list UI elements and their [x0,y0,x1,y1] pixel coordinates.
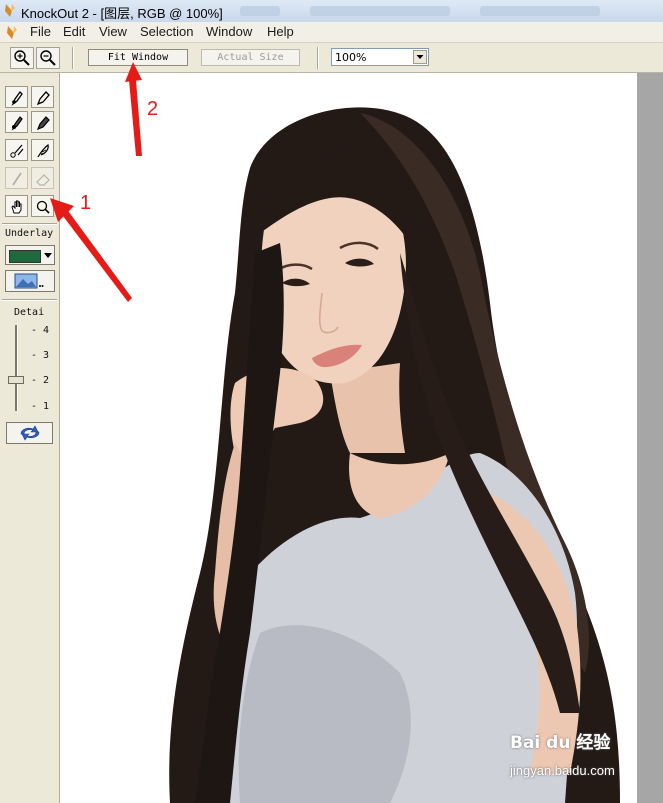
image-canvas[interactable] [60,73,663,803]
zoom-level-select[interactable]: 100% [331,48,429,66]
zoom-level-value: 100% [335,51,367,64]
knockout-app-icon [5,4,15,17]
feather-icon [37,143,49,158]
annotation-label-1: 1 [80,192,92,214]
menu-help[interactable]: Help [267,24,294,39]
brush-minus-icon [36,91,50,106]
toolbar-separator [72,47,74,69]
outside-object-fill-tool[interactable] [31,111,54,133]
brush-plus-icon [11,90,23,106]
menu-file[interactable]: File [30,24,51,39]
watermark-url: jingyan.baidu.com [510,763,615,778]
chevron-down-icon[interactable] [413,50,427,64]
actual-size-button[interactable]: Actual Size [201,49,300,66]
detail-tick-1: - 1 [31,401,50,412]
hand-tool[interactable] [5,195,28,217]
menu-window[interactable]: Window [206,24,252,39]
detail-tick-4: - 4 [31,325,50,336]
eraser-tool[interactable] [31,167,54,189]
document-icon[interactable] [4,24,20,40]
canvas-scroll-gutter [637,73,663,803]
detail-slider-track[interactable] [15,325,18,411]
eraser-icon [36,174,50,186]
detail-tick-3: - 3 [31,350,50,361]
detail-tick-2: - 2 [31,375,50,386]
toolbar-separator [317,47,319,69]
thin-brush-icon [12,172,22,186]
zoom-in-icon [14,50,30,66]
hand-icon [11,200,22,214]
outside-object-tool[interactable] [31,86,54,108]
refresh-button[interactable] [6,422,53,444]
detail-slider-thumb[interactable] [8,376,24,384]
menu-selection[interactable]: Selection [140,24,193,39]
brush-fill-icon [11,116,23,131]
tool-panel: Underlay Detai - 4 - 3 - 2 - 1 [0,73,60,803]
watermark-brand: Bai du 经验 [510,733,611,753]
refresh-icon [20,425,40,441]
window-title: KnockOut 2 - [图层, RGB @ 100%] [21,6,223,21]
menu-view[interactable]: View [99,24,127,39]
recovery-brush-tool[interactable] [5,167,28,189]
blurred-background-tabs [240,4,660,18]
underlay-color-swatch [9,250,41,263]
menu-bar: File Edit View Selection Window Help [0,22,663,43]
zoom-in-button[interactable] [10,47,34,69]
zoom-out-button[interactable] [36,47,60,69]
annotation-arrow-1 [50,198,132,302]
pen-fill-icon [36,116,50,131]
zoom-out-icon [40,50,56,66]
menu-edit[interactable]: Edit [63,24,85,39]
annotation-label-2: 2 [147,98,159,120]
inside-object-fill-tool[interactable] [5,111,28,133]
inside-object-tool[interactable] [5,86,28,108]
portrait-photo [60,73,637,803]
scissors-brush-icon [10,144,24,158]
title-bar: KnockOut 2 - [图层, RGB @ 100%] [0,0,663,23]
baidu-watermark: Bai du 经验 jingyan.baidu.com [510,728,660,788]
touchup-feather-tool[interactable] [31,139,54,161]
touchup-add-tool[interactable] [5,139,28,161]
